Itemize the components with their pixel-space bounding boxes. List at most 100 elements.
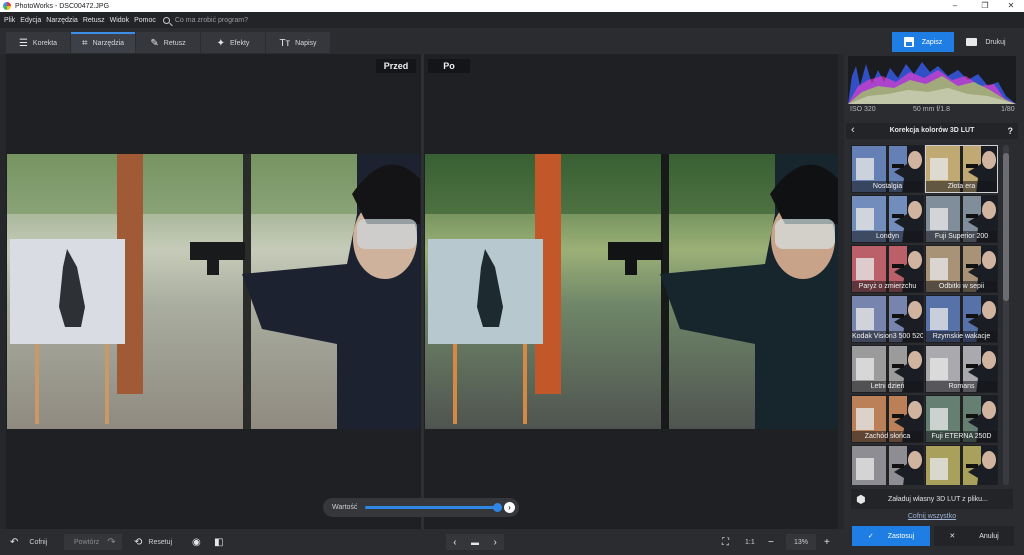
intensity-slider[interactable]: Wartość › [323, 498, 519, 517]
lut-preset-tile[interactable] [851, 445, 924, 485]
mode-tabs: ☰ Korekta ⌗ Narzędzia ✎ Retusz ✦ Efekty Tт Na… [6, 32, 331, 53]
actual-size-button[interactable]: 1:1 [745, 534, 759, 550]
tab-napisy[interactable]: Tт Napisy [266, 32, 330, 53]
load-lut-button[interactable]: ⬢ Załaduj własny 3D LUT z pliku... [851, 489, 1013, 509]
zoom-out-icon[interactable]: − [768, 534, 780, 550]
check-icon: ✓ [867, 533, 874, 540]
apply-label: Zastosuj [887, 532, 915, 540]
chevron-right-icon[interactable]: › [504, 502, 515, 513]
tab-korekta[interactable]: ☰ Korekta [6, 32, 70, 53]
help-icon[interactable]: ? [1008, 126, 1014, 136]
menu-retusz[interactable]: Retusz [83, 17, 105, 24]
lut-preset-tile[interactable]: Nostalgia [851, 145, 924, 193]
after-photo [425, 154, 838, 429]
reset-icon: ⟲ [134, 536, 143, 548]
lut-preset-label: Kodak Vision3 500 5203 [852, 331, 923, 342]
undo-all-link[interactable]: Cofnij wszystko [846, 513, 1018, 520]
brush-icon: ✎ [150, 38, 159, 49]
lut-preset-tile[interactable]: Złota era [925, 145, 998, 193]
lut-preset-label: Letni dzień [852, 381, 923, 392]
save-label: Zapisz [921, 38, 943, 46]
zoom-in-icon[interactable]: + [824, 534, 836, 550]
prev-image-icon[interactable]: ‹ [453, 537, 456, 548]
menu-plik[interactable]: Plik [4, 17, 15, 24]
redo-icon: ↷ [107, 536, 116, 548]
histogram-shutter: 1/80 [1001, 106, 1015, 113]
menu-narzedzia[interactable]: Narzędzia [46, 17, 78, 24]
compare-view-icon[interactable]: ◧ [214, 534, 226, 550]
eye-glyph: ◉ [192, 536, 201, 548]
before-photo [7, 154, 420, 429]
sliders-icon: ☰ [18, 38, 28, 49]
zoom-out-glyph: − [768, 536, 774, 548]
next-image-icon[interactable]: › [493, 537, 496, 548]
undo-button[interactable]: ↶ Cofnij [5, 534, 55, 550]
preset-scrollbar[interactable] [1003, 145, 1009, 485]
slider-handle[interactable] [493, 503, 502, 512]
lut-preset-tile[interactable]: Fuji Superior 200 [925, 195, 998, 243]
tab-narzedzia[interactable]: ⌗ Narzędzia [71, 32, 135, 53]
menu-edycja[interactable]: Edycja [20, 17, 41, 24]
lut-preset-label: Londyn [852, 231, 923, 242]
cancel-button[interactable]: ✕ Anuluj [934, 526, 1014, 546]
main-toolbar: ☰ Korekta ⌗ Narzędzia ✎ Retusz ✦ Efekty Tт Na… [0, 28, 1024, 54]
search-icon [162, 16, 170, 24]
menu-search[interactable]: Co ma zrobić program? [162, 16, 248, 24]
tab-efekty-label: Efekty [229, 40, 250, 47]
window-title: PhotoWorks - DSC00472.JPG [15, 2, 110, 10]
lut-preset-tile[interactable]: Kodak Vision3 500 5203 [851, 295, 924, 343]
tab-retusz[interactable]: ✎ Retusz [136, 32, 200, 53]
folder-icon[interactable]: ▬ [471, 538, 479, 547]
histogram [848, 56, 1016, 104]
zoom-in-glyph: + [824, 536, 830, 548]
app-logo-icon [3, 2, 11, 10]
lut-preset-tile[interactable]: Rzymskie wakacje [925, 295, 998, 343]
close-window-button[interactable]: ✕ [998, 0, 1024, 12]
lut-preset-tile[interactable]: Londyn [851, 195, 924, 243]
print-button[interactable]: Drukuj [958, 32, 1014, 52]
tab-korekta-label: Korekta [32, 40, 58, 47]
lut-preset-label: Rzymskie wakacje [926, 331, 997, 342]
compare-divider[interactable] [421, 54, 424, 529]
lut-panel-title: Korekcja kolorów 3D LUT [889, 127, 975, 134]
lut-preset-label: Odbitki w sepii [926, 281, 997, 292]
zoom-level[interactable]: 13% [786, 534, 816, 550]
search-input[interactable]: Co ma zrobić program? [175, 17, 248, 24]
menu-pomoc[interactable]: Pomoc [134, 17, 156, 24]
floppy-disk-icon [903, 37, 914, 47]
cube-icon: ⬢ [856, 493, 866, 506]
apply-button[interactable]: ✓ Zastosuj [852, 526, 930, 546]
cancel-label: Anuluj [979, 532, 999, 540]
lut-preset-grid: Nostalgia Złota era Londyn Fuji Superior 20… [851, 145, 1001, 485]
lut-preset-tile[interactable]: Fuji ETERNA 250D [925, 395, 998, 443]
lut-preset-tile[interactable]: Romans [925, 345, 998, 393]
photoworks-window: PhotoWorks - DSC00472.JPG – ❐ ✕ Plik Edy… [0, 0, 1024, 555]
fit-to-screen-icon[interactable]: ⛶ [722, 534, 734, 550]
load-lut-label: Załaduj własny 3D LUT z pliku... [888, 495, 988, 503]
eye-icon[interactable]: ◉ [192, 534, 204, 550]
lut-preset-tile[interactable]: Zachód słońca [851, 395, 924, 443]
lut-preset-label: Fuji Superior 200 [926, 231, 997, 242]
lut-preset-tile[interactable] [925, 445, 998, 485]
lut-preset-tile[interactable]: Paryż o zmierzchu [851, 245, 924, 293]
fit-glyph: ⛶ [722, 536, 729, 548]
minimize-button[interactable]: – [942, 0, 968, 12]
reset-label: Resetuj [148, 538, 173, 546]
lut-preset-label: Zachód słońca [852, 431, 923, 442]
undo-label: Cofnij [29, 538, 48, 546]
slider-track[interactable] [365, 503, 502, 512]
tab-efekty[interactable]: ✦ Efekty [201, 32, 265, 53]
lut-preset-tile[interactable]: Odbitki w sepii [925, 245, 998, 293]
reset-button[interactable]: ⟲ Resetuj [134, 534, 182, 550]
maximize-button[interactable]: ❐ [972, 0, 998, 12]
lut-preset-label: Nostalgia [852, 181, 923, 192]
lut-preset-tile[interactable]: Letni dzień [851, 345, 924, 393]
tab-retusz-label: Retusz [163, 40, 186, 47]
printer-icon [966, 38, 978, 46]
text-icon: Tт [279, 38, 291, 49]
scrollbar-thumb[interactable] [1003, 153, 1009, 301]
menu-widok[interactable]: Widok [110, 17, 129, 24]
slider-fill [365, 506, 497, 509]
save-button[interactable]: Zapisz [892, 32, 954, 52]
redo-button[interactable]: Powtórz ↷ [64, 534, 122, 550]
